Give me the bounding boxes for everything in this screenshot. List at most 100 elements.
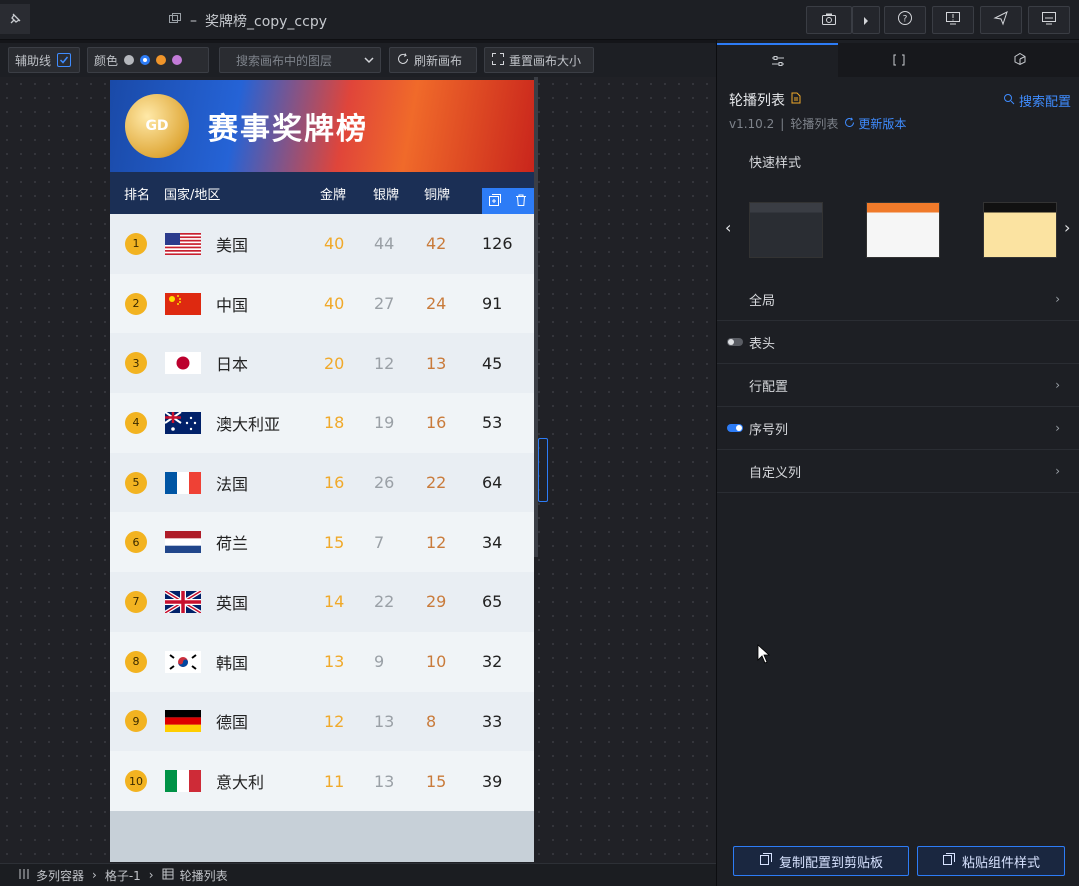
publish-button[interactable]	[980, 6, 1022, 34]
flag-fr-icon	[165, 471, 201, 494]
section-row-config[interactable]: 行配置 ›	[717, 364, 1079, 407]
chevron-right-icon[interactable]: ›	[1064, 218, 1070, 237]
flag-kr-icon	[165, 650, 201, 673]
section-global[interactable]: 全局 ›	[717, 278, 1079, 321]
caret-right-icon	[862, 11, 870, 30]
table-row: 8 韩国 13 9 10 32	[110, 631, 534, 692]
total-count: 34	[482, 532, 503, 552]
tab-data[interactable]	[838, 43, 959, 77]
copy-component-icon[interactable]	[488, 192, 502, 211]
tab-interaction[interactable]	[959, 43, 1079, 77]
refresh-label: 刷新画布	[414, 53, 463, 68]
section-header[interactable]: 表头	[717, 321, 1079, 364]
banner: GD 赛事奖牌榜	[110, 80, 534, 172]
section-header-label: 表头	[749, 336, 776, 352]
config-panel: 轮播列表 搜索配置 v1.10.2 | 轮播列表 更新版本 快速样式 ‹ › 全…	[716, 40, 1079, 886]
chevron-left-icon[interactable]: ‹	[725, 218, 731, 237]
tab-style[interactable]	[717, 43, 838, 77]
style-thumb-dark[interactable]	[749, 202, 823, 258]
country-name: 日本	[216, 355, 249, 375]
rank-badge: 2	[125, 292, 147, 315]
camera-icon	[821, 11, 837, 30]
document-title: – 奖牌榜_copy_ccpy	[168, 11, 327, 31]
publish-preview-button[interactable]	[932, 6, 974, 34]
preview-button[interactable]	[1028, 6, 1070, 34]
silver-count: 13	[374, 711, 395, 731]
color-swatch-blue[interactable]	[140, 55, 151, 65]
bronze-count: 8	[426, 711, 437, 731]
monitor-icon	[1041, 10, 1057, 30]
refresh-canvas-button[interactable]: 刷新画布	[389, 47, 477, 73]
style-thumb-yellow[interactable]	[983, 202, 1057, 258]
cube-icon	[1013, 51, 1027, 70]
paste-style-label: 粘贴组件样式	[961, 855, 1040, 871]
panel-tabs	[717, 43, 1079, 77]
breadcrumb-item-container[interactable]: 多列容器	[36, 867, 84, 884]
search-config-link[interactable]: 搜索配置	[1003, 91, 1071, 110]
header-bronze: 铜牌	[424, 187, 451, 203]
color-swatch-orange[interactable]	[156, 55, 167, 65]
flag-de-icon	[165, 710, 201, 733]
brackets-icon	[892, 51, 906, 70]
doc-icon[interactable]	[791, 92, 801, 108]
chevron-right-icon: ›	[1055, 421, 1060, 435]
breadcrumb-item-grid[interactable]: 格子-1	[105, 867, 141, 884]
section-custom-col[interactable]: 自定义列 ›	[717, 450, 1079, 493]
reset-canvas-size-button[interactable]: 重置画布大小	[484, 47, 594, 73]
total-count: 39	[482, 771, 503, 791]
guides-checkbox[interactable]	[57, 53, 72, 67]
table-body: 1 美国 40 44 42 126 2 中国 40 27 24 91 3 日本 20 12 13 45 4 澳大利亚 1…	[110, 214, 534, 811]
pin-icon[interactable]	[0, 4, 30, 34]
color-label: 颜色	[94, 53, 119, 68]
silver-count: 27	[374, 294, 395, 314]
table-row: 7 英国 14 22 29 65	[110, 572, 534, 632]
silver-count: 22	[374, 592, 395, 612]
table-row: 5 法国 16 26 22 64	[110, 452, 534, 513]
delete-icon[interactable]	[514, 192, 528, 211]
section-index-col[interactable]: 序号列 ›	[717, 407, 1079, 450]
flag-us-icon	[165, 232, 201, 255]
flag-au-icon	[165, 411, 201, 434]
header-silver: 银牌	[373, 187, 400, 203]
silver-count: 9	[374, 652, 385, 672]
expand-icon	[491, 52, 505, 69]
header-rank: 排名	[124, 187, 151, 203]
bronze-count: 13	[426, 353, 447, 373]
country-name: 荷兰	[216, 534, 249, 554]
color-swatch-purple[interactable]	[172, 55, 183, 65]
version-text: v1.10.2	[729, 116, 775, 131]
screenshot-dropdown-button[interactable]	[852, 6, 880, 34]
silver-count: 19	[374, 413, 395, 433]
screenshot-button[interactable]	[806, 6, 852, 34]
paste-style-button[interactable]: 粘贴组件样式	[917, 846, 1065, 876]
color-picker[interactable]: 颜色	[87, 47, 209, 73]
color-swatch-gray[interactable]	[124, 55, 135, 65]
sliders-icon	[771, 52, 785, 71]
header-toggle[interactable]	[727, 338, 743, 346]
guides-toggle[interactable]: 辅助线	[8, 47, 80, 73]
help-button[interactable]: ?	[884, 6, 926, 34]
quick-style-carousel: ‹ ›	[717, 190, 1079, 270]
medal-board-component[interactable]: GD 赛事奖牌榜 排名 国家/地区 金牌 银牌 铜牌 1 美国 40 44 42 126 2…	[110, 80, 534, 862]
country-name: 韩国	[216, 653, 249, 673]
index-col-toggle[interactable]	[727, 424, 743, 432]
country-name: 法国	[216, 474, 249, 494]
gold-count: 20	[324, 353, 345, 373]
chevron-right-icon: ›	[92, 868, 97, 882]
total-count: 45	[482, 353, 503, 373]
country-name: 德国	[216, 713, 249, 733]
breadcrumb-item-carousel-list[interactable]: 轮播列表	[180, 867, 228, 884]
layer-search-select[interactable]: 搜索画布中的图层	[219, 47, 381, 73]
copy-config-button[interactable]: 复制配置到剪贴板	[733, 846, 909, 876]
canvas-scroll-handle[interactable]	[538, 438, 548, 502]
flag-gb-icon	[165, 590, 201, 613]
gold-count: 13	[324, 652, 345, 672]
flag-jp-icon	[165, 352, 201, 375]
silver-count: 44	[374, 234, 395, 254]
style-thumb-orange[interactable]	[866, 202, 940, 258]
banner-title: 赛事奖牌榜	[208, 112, 368, 147]
silver-count: 26	[374, 473, 395, 493]
country-name: 澳大利亚	[216, 414, 281, 434]
gold-count: 16	[324, 473, 345, 493]
update-version-link[interactable]: 更新版本	[844, 115, 906, 132]
